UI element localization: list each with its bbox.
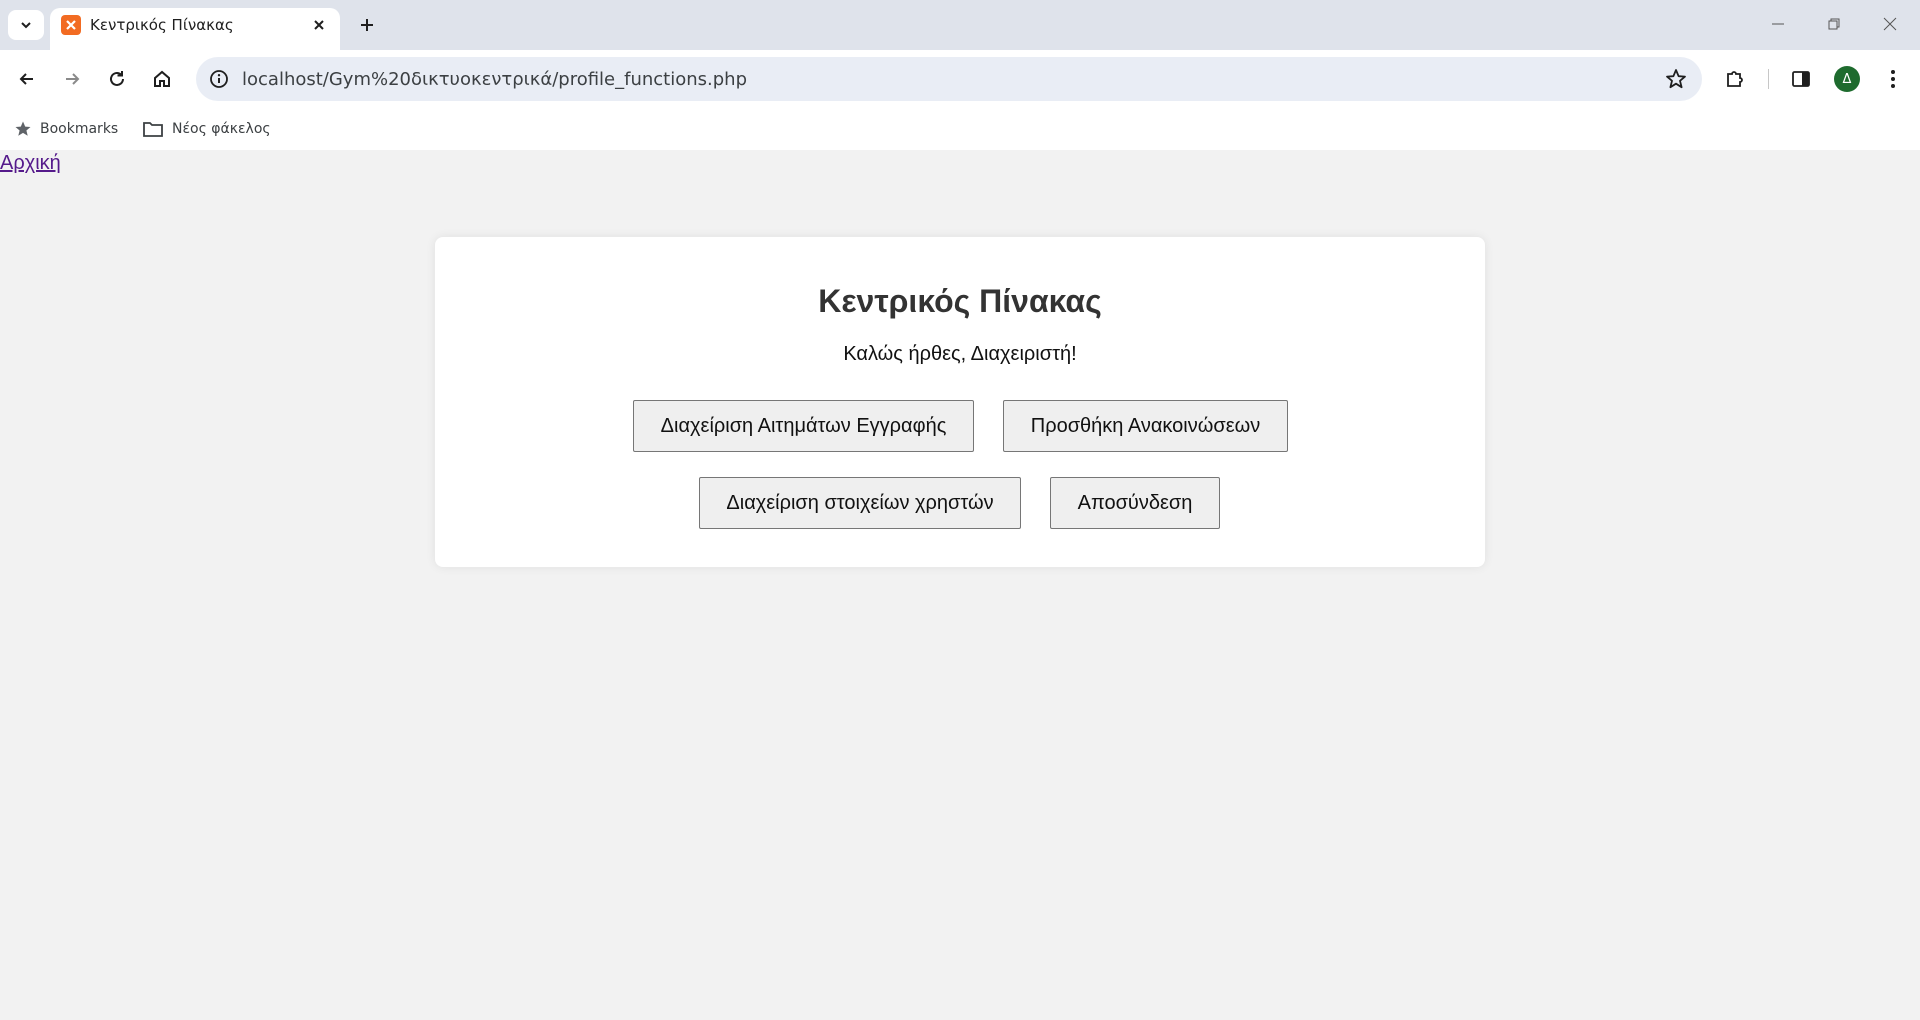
back-button[interactable] bbox=[9, 61, 45, 97]
window-close-button[interactable] bbox=[1870, 8, 1910, 40]
page-title: Κεντρικός Πίνακας bbox=[818, 283, 1102, 319]
home-icon bbox=[154, 70, 170, 87]
page-content: Αρχική Κεντρικός Πίνακας Καλώς ήρθες, Δι… bbox=[0, 150, 1920, 1020]
manage-registration-requests-button[interactable]: Διαχείριση Αιτημάτων Εγγραφής bbox=[633, 400, 974, 452]
arrow-right-icon bbox=[66, 73, 80, 85]
toolbar-divider bbox=[1768, 69, 1769, 89]
restore-button[interactable] bbox=[1814, 8, 1854, 40]
welcome-message: Καλώς ήρθες, Διαχειριστή! bbox=[843, 343, 1077, 365]
url-text[interactable]: localhost/Gym%20δικτυοκεντρικά/profile_f… bbox=[242, 69, 747, 90]
xampp-favicon-icon bbox=[61, 15, 81, 35]
tab-close-button[interactable] bbox=[308, 14, 330, 36]
add-announcements-button[interactable]: Προσθήκη Ανακοινώσεων bbox=[1003, 400, 1288, 452]
bookmark-label: Bookmarks bbox=[40, 121, 119, 137]
home-link[interactable]: Αρχική bbox=[0, 152, 61, 175]
arrow-left-icon bbox=[19, 73, 33, 85]
tab-search-button[interactable] bbox=[8, 10, 44, 40]
chevron-down-icon bbox=[21, 22, 31, 29]
puzzle-icon bbox=[1727, 71, 1743, 87]
close-icon bbox=[1883, 17, 1897, 31]
minimize-icon bbox=[1772, 23, 1784, 25]
side-panel-icon bbox=[1792, 71, 1810, 87]
browser-toolbar: localhost/Gym%20δικτυοκεντρικά/profile_f… bbox=[0, 50, 1920, 108]
more-vert-icon bbox=[1891, 70, 1895, 88]
extensions-button[interactable] bbox=[1719, 63, 1751, 95]
star-icon bbox=[15, 121, 31, 136]
bookmark-star-button[interactable] bbox=[1662, 65, 1690, 93]
menu-button[interactable] bbox=[1877, 63, 1909, 95]
dashboard-panel: Κεντρικός Πίνακας Καλώς ήρθες, Διαχειρισ… bbox=[435, 237, 1485, 567]
home-button[interactable] bbox=[144, 61, 180, 97]
tab-strip: Κεντρικός Πίνακας bbox=[0, 0, 1920, 50]
folder-icon bbox=[143, 122, 163, 137]
info-icon bbox=[210, 70, 228, 88]
reload-icon bbox=[110, 71, 124, 86]
bookmarks-bar: Bookmarks Νέος φάκελος bbox=[0, 108, 1920, 150]
minimize-button[interactable] bbox=[1758, 8, 1798, 40]
browser-tab[interactable]: Κεντρικός Πίνακας bbox=[50, 8, 340, 50]
new-tab-button[interactable] bbox=[352, 10, 382, 40]
manage-users-button[interactable]: Διαχείριση στοιχείων χρηστών bbox=[699, 477, 1021, 529]
forward-button[interactable] bbox=[54, 61, 90, 97]
address-bar[interactable]: localhost/Gym%20δικτυοκεντρικά/profile_f… bbox=[196, 57, 1702, 101]
plus-icon bbox=[361, 19, 373, 31]
bookmark-item-bookmarks[interactable]: Bookmarks bbox=[14, 116, 118, 142]
logout-button[interactable]: Αποσύνδεση bbox=[1050, 477, 1220, 529]
site-info-button[interactable] bbox=[204, 64, 234, 94]
side-panel-button[interactable] bbox=[1785, 63, 1817, 95]
reload-button[interactable] bbox=[99, 61, 135, 97]
restore-icon bbox=[1828, 18, 1840, 30]
star-outline-icon bbox=[1666, 69, 1686, 89]
tab-title: Κεντρικός Πίνακας bbox=[90, 16, 234, 34]
bookmark-label: Νέος φάκελος bbox=[172, 121, 271, 137]
bookmark-item-new-folder[interactable]: Νέος φάκελος bbox=[142, 116, 271, 142]
close-icon bbox=[314, 20, 324, 30]
profile-avatar[interactable]: Δ bbox=[1834, 66, 1860, 92]
